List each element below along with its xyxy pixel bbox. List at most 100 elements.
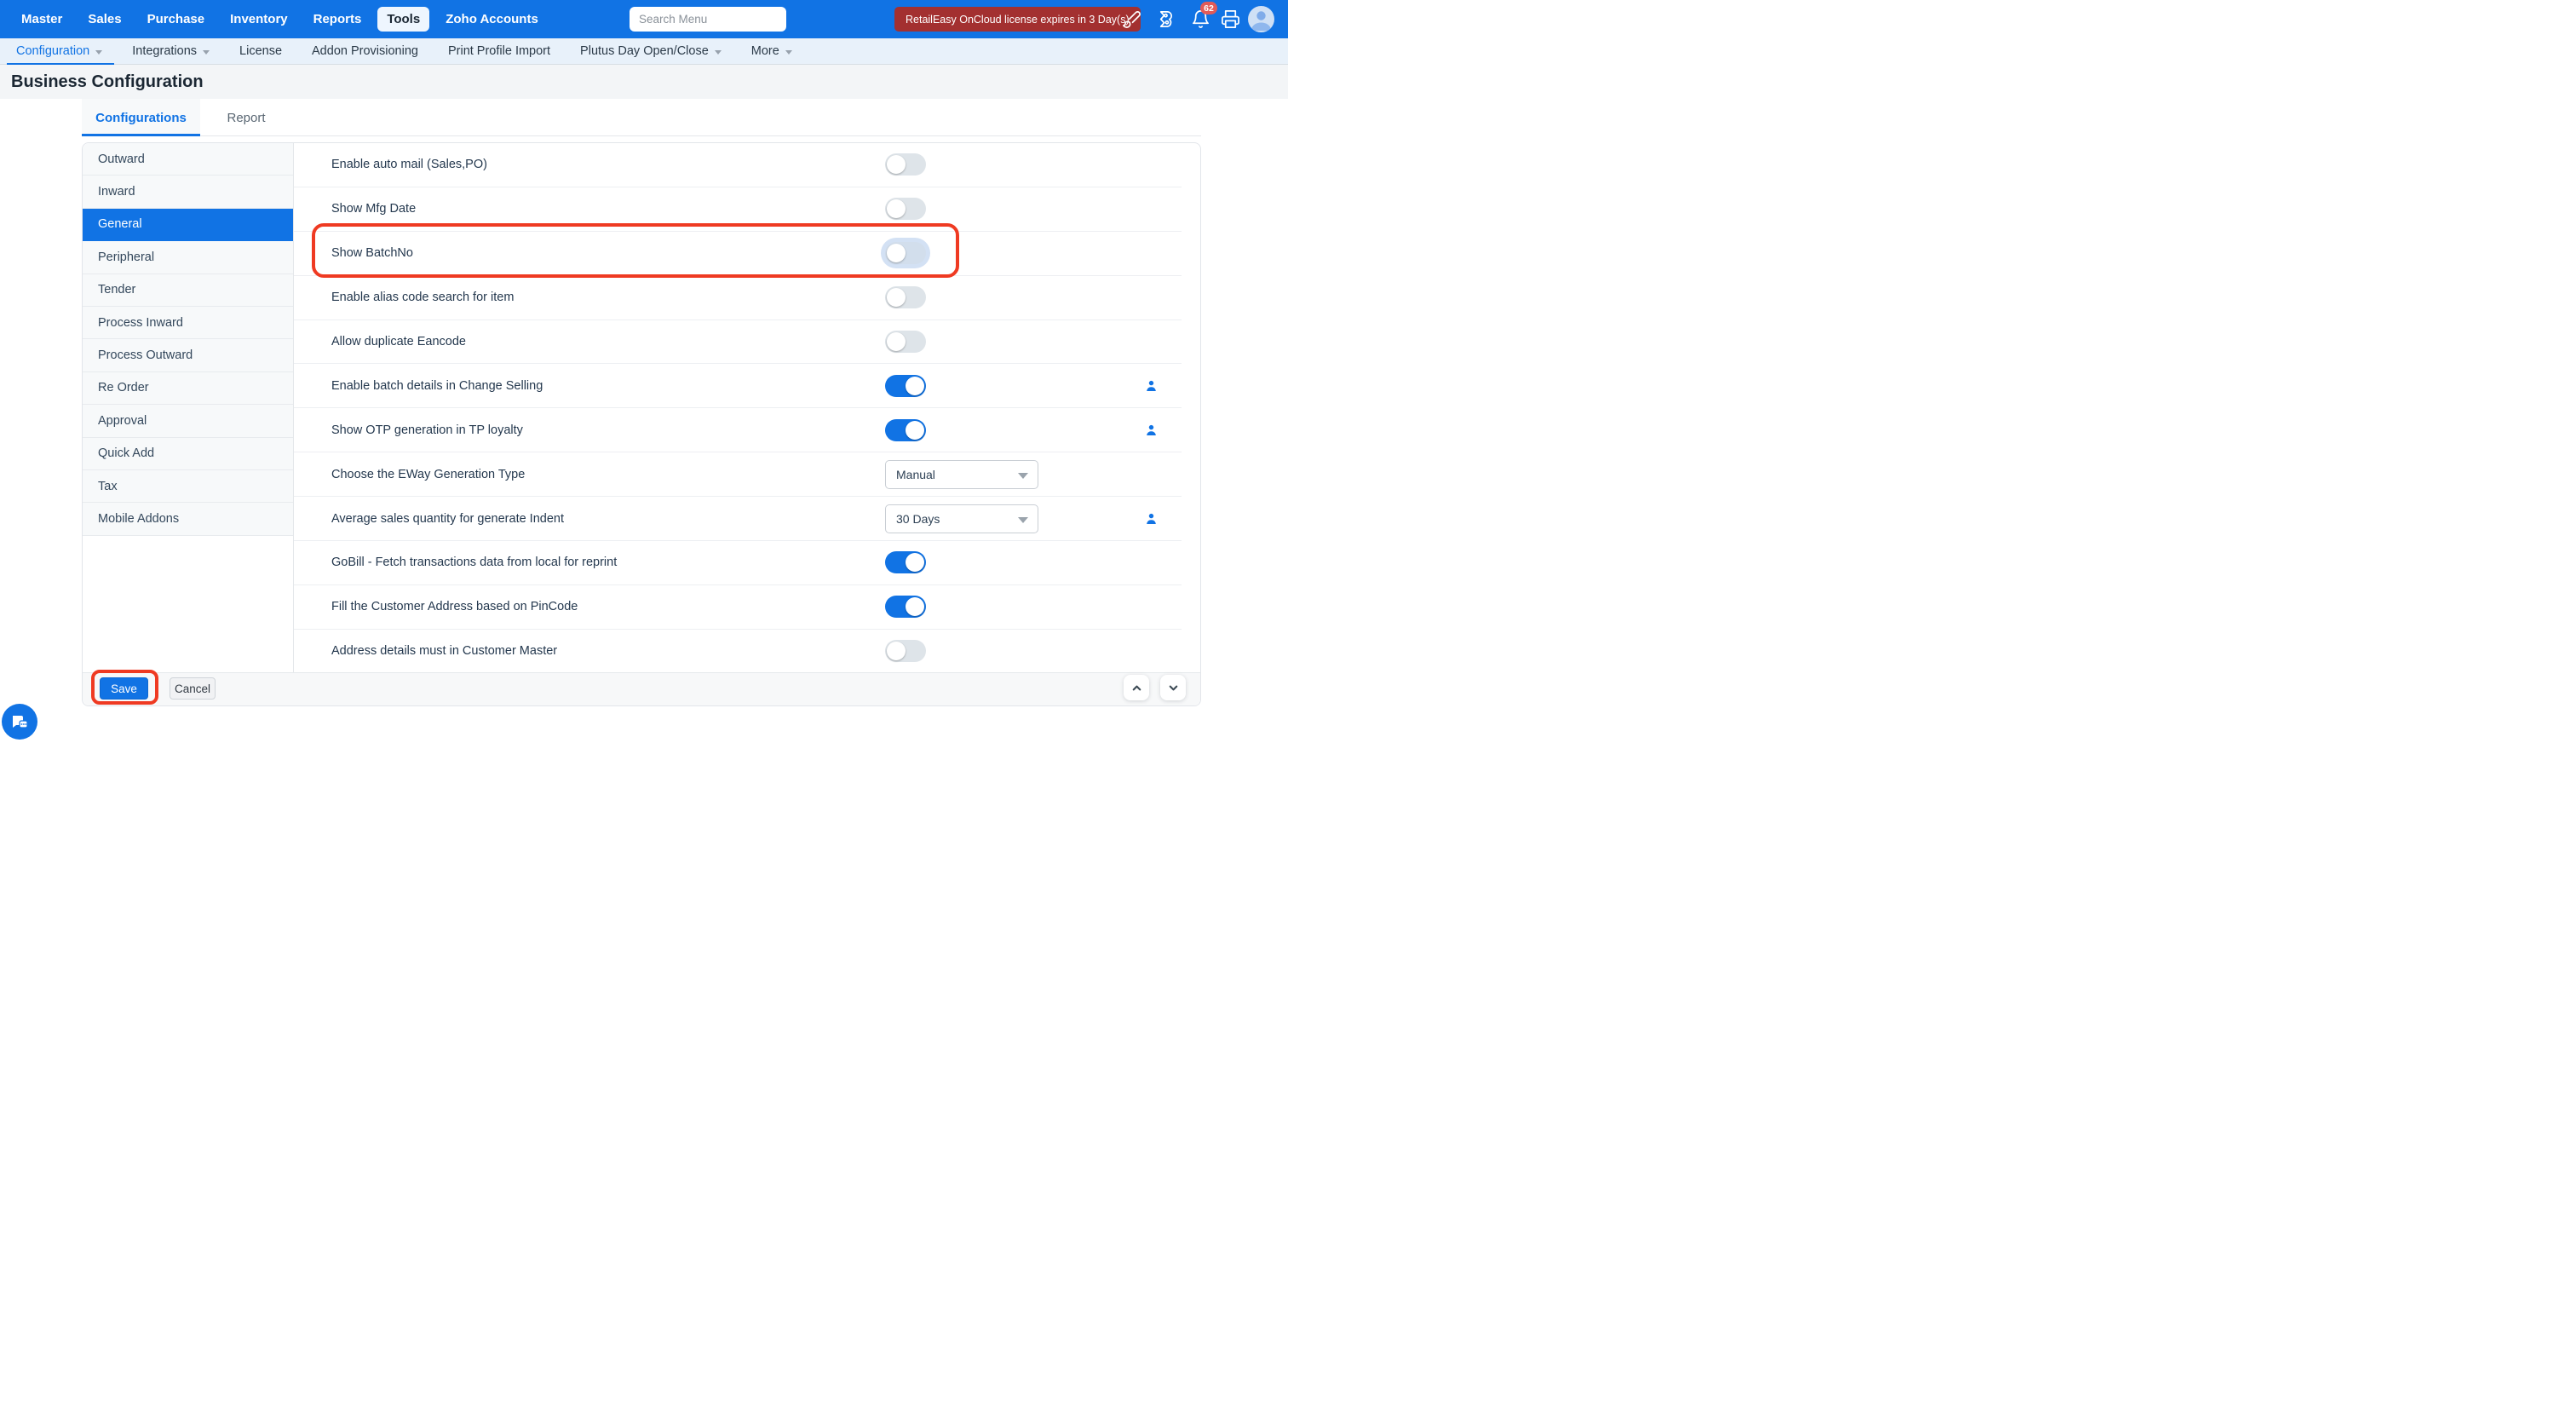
subnav-item-integrations[interactable]: Integrations [132,38,210,65]
setting-row-enable-batch-details-in-change-selling: Enable batch details in Change Selling [294,364,1182,408]
toggle-allow-duplicate-eancode[interactable] [885,331,926,353]
tabs-row: ConfigurationsReport [82,99,1201,136]
subnav-item-label: Plutus Day Open/Close [580,44,709,58]
subnav-item-label: Print Profile Import [448,44,550,58]
chevron-down-icon [1018,473,1028,479]
user-permission-icon[interactable] [1146,424,1157,436]
chevron-down-icon [1018,517,1028,523]
brush-icon[interactable] [1122,9,1141,29]
sidebar-item-process-outward[interactable]: Process Outward [83,339,293,371]
toggle-knob [887,244,906,262]
sidebar-item-tender[interactable]: Tender [83,274,293,307]
setting-row-fill-the-customer-address-based-on-pincode: Fill the Customer Address based on PinCo… [294,585,1182,630]
toggle-knob [906,421,924,440]
toggle-fill-the-customer-address-based-on-pincode[interactable] [885,596,926,618]
subnav-item-label: Configuration [16,44,89,58]
save-button[interactable]: Save [100,677,148,700]
setting-row-show-batchno: Show BatchNo [294,232,1182,276]
toggle-knob [887,155,906,174]
setting-row-enable-alias-code-search-for-item: Enable alias code search for item [294,276,1182,320]
topnav-item-tools[interactable]: Tools [377,7,429,32]
page-title: Business Configuration [11,72,204,92]
topnav-item-zoho-accounts[interactable]: Zoho Accounts [436,7,548,32]
subnav-item-configuration[interactable]: Configuration [16,38,102,65]
user-permission-icon[interactable] [1146,513,1157,525]
setting-label: Fill the Customer Address based on PinCo… [331,600,578,613]
setting-label: Show BatchNo [331,246,413,260]
toggle-knob [906,597,924,616]
subnav-item-more[interactable]: More [751,38,792,65]
setting-row-choose-the-eway-generation-type: Choose the EWay Generation Type Manual [294,452,1182,497]
setting-label: Enable batch details in Change Selling [331,379,543,393]
subnav-item-print-profile-import[interactable]: Print Profile Import [448,38,550,65]
setting-label: Enable alias code search for item [331,291,514,304]
toggle-show-mfg-date[interactable] [885,198,926,220]
setting-label: Choose the EWay Generation Type [331,468,525,481]
topnav-item-master[interactable]: Master [12,7,72,32]
sidebar-item-tax[interactable]: Tax [83,470,293,503]
toggle-enable-auto-mail-sales-po[interactable] [885,153,926,176]
configuration-panel: OutwardInwardGeneralPeripheralTenderProc… [82,142,1201,706]
select-value: 30 Days [896,512,940,526]
toggle-enable-batch-details-in-change-selling[interactable] [885,375,926,397]
top-navigation: MasterSales PurchaseInventory ReportsTools… [0,7,548,32]
scroll-down-button[interactable] [1160,675,1186,700]
page-title-bar: Business Configuration [0,65,1288,99]
sidebar-item-process-inward[interactable]: Process Inward [83,307,293,339]
subnav-item-license[interactable]: License [239,38,282,65]
sidebar-item-quick-add[interactable]: Quick Add [83,438,293,470]
toggle-knob [906,553,924,572]
tab-configurations[interactable]: Configurations [82,99,200,136]
setting-row-allow-duplicate-eancode: Allow duplicate Eancode [294,320,1182,365]
toggle-show-batchno[interactable] [885,242,926,264]
toggle-gobill-fetch-transactions-data-from-local-for-reprint[interactable] [885,551,926,573]
chat-launcher-icon[interactable] [2,704,37,740]
chevron-down-icon [715,50,722,55]
setting-label: Show Mfg Date [331,202,416,216]
sidebar-item-outward[interactable]: Outward [83,143,293,176]
settings-list: Enable auto mail (Sales,PO) Show Mfg Date… [294,143,1202,674]
topnav-item-reports[interactable]: Reports [304,7,371,32]
subnav-item-label: License [239,44,282,58]
toggle-knob [887,642,906,660]
chevron-down-icon [203,50,210,55]
subnav-item-label: Integrations [132,44,197,58]
toggle-knob [887,332,906,351]
configuration-sidebar: OutwardInwardGeneralPeripheralTenderProc… [83,143,294,674]
toggle-enable-alias-code-search-for-item[interactable] [885,286,926,308]
select-choose-the-eway-generation-type[interactable]: Manual [885,460,1038,489]
top-app-bar: MasterSales PurchaseInventory ReportsTools… [0,0,1288,38]
user-avatar[interactable] [1248,6,1274,32]
sidebar-item-approval[interactable]: Approval [83,405,293,437]
setting-label: Enable auto mail (Sales,PO) [331,158,487,171]
sidebar-item-peripheral[interactable]: Peripheral [83,241,293,274]
cancel-button[interactable]: Cancel [170,677,216,700]
toggle-show-otp-generation-in-tp-loyalty[interactable] [885,419,926,441]
b-badge-icon[interactable] [1156,9,1176,29]
tab-report[interactable]: Report [200,99,292,136]
toggle-address-details-must-in-customer-master[interactable] [885,640,926,662]
user-permission-icon[interactable] [1146,380,1157,392]
topnav-item-sales[interactable]: Sales [78,7,130,32]
sidebar-item-general[interactable]: General [83,209,293,241]
sidebar-item-re-order[interactable]: Re Order [83,372,293,405]
sidebar-item-mobile-addons[interactable]: Mobile Addons [83,503,293,535]
print-icon[interactable] [1221,9,1240,29]
subnav-item-plutus-day-open-close[interactable]: Plutus Day Open/Close [580,38,722,65]
setting-label: GoBill - Fetch transactions data from lo… [331,556,617,569]
setting-row-average-sales-quantity-for-generate-indent: Average sales quantity for generate Inde… [294,497,1182,541]
scroll-up-button[interactable] [1124,675,1149,700]
sidebar-item-inward[interactable]: Inward [83,176,293,208]
subnav-item-addon-provisioning[interactable]: Addon Provisioning [312,38,418,65]
search-input[interactable] [630,7,786,32]
setting-label: Show OTP generation in TP loyalty [331,423,523,437]
license-expiry-badge[interactable]: RetailEasy OnCloud license expires in 3 … [894,7,1141,32]
topnav-item-purchase[interactable]: Purchase [138,7,215,32]
setting-row-enable-auto-mail-sales-po: Enable auto mail (Sales,PO) [294,143,1182,187]
select-value: Manual [896,468,935,481]
setting-label: Address details must in Customer Master [331,644,557,658]
topnav-item-inventory[interactable]: Inventory [221,7,297,32]
select-average-sales-quantity-for-generate-indent[interactable]: 30 Days [885,504,1038,533]
setting-row-gobill-fetch-transactions-data-from-local-for-reprint: GoBill - Fetch transactions data from lo… [294,541,1182,585]
chevron-down-icon [785,50,792,55]
